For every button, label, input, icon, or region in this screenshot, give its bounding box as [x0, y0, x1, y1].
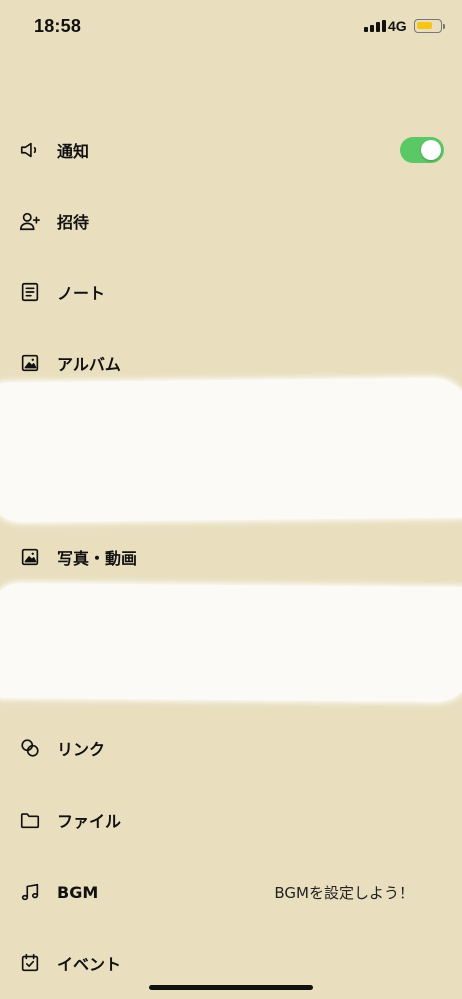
bgm-setup-prompt[interactable]: BGMを設定しよう！ [274, 882, 414, 903]
menu-item-label: 通知 [57, 142, 90, 161]
cellular-signal-icon [364, 20, 386, 32]
menu-item-file[interactable]: ファイル [0, 790, 462, 850]
menu-item-invite[interactable]: 招待 [0, 191, 462, 251]
toggle-knob [421, 140, 441, 160]
menu-item-label: 招待 [57, 213, 90, 232]
link-icon [19, 737, 41, 759]
menu-item-note[interactable]: ノート [0, 262, 462, 322]
menu-item-label: ファイル [57, 812, 122, 831]
menu-item-label: リンク [57, 740, 106, 759]
calendar-icon [19, 952, 41, 974]
menu-item-label: イベント [57, 955, 122, 974]
speaker-icon [19, 139, 41, 161]
redaction-brush-stroke [0, 582, 462, 703]
status-time: 18:58 [34, 16, 82, 36]
battery-icon [414, 19, 445, 33]
menu-item-label: アルバム [57, 355, 121, 374]
home-indicator[interactable] [149, 985, 313, 990]
menu-item-notification[interactable]: 通知 [0, 120, 462, 180]
menu-item-bgm[interactable]: BGM BGMを設定しよう！ [0, 862, 462, 922]
folder-icon [19, 809, 41, 831]
network-type: 4G [388, 18, 407, 34]
album-icon [19, 352, 41, 374]
redaction-brush-stroke [0, 377, 462, 523]
menu-item-label: 写真・動画 [57, 549, 138, 568]
status-bar: 18:58 4G [0, 0, 462, 56]
user-plus-icon [19, 210, 41, 232]
note-icon [19, 281, 41, 303]
photo-icon [19, 546, 41, 568]
menu-item-label: ノート [57, 284, 106, 303]
music-note-icon [19, 881, 41, 903]
menu-item-photos-videos[interactable]: 写真・動画 [0, 527, 462, 587]
menu-item-event[interactable]: イベント [0, 933, 462, 993]
notification-toggle[interactable] [400, 137, 444, 163]
menu-item-label: BGM [57, 882, 99, 902]
menu-item-link[interactable]: リンク [0, 718, 462, 778]
